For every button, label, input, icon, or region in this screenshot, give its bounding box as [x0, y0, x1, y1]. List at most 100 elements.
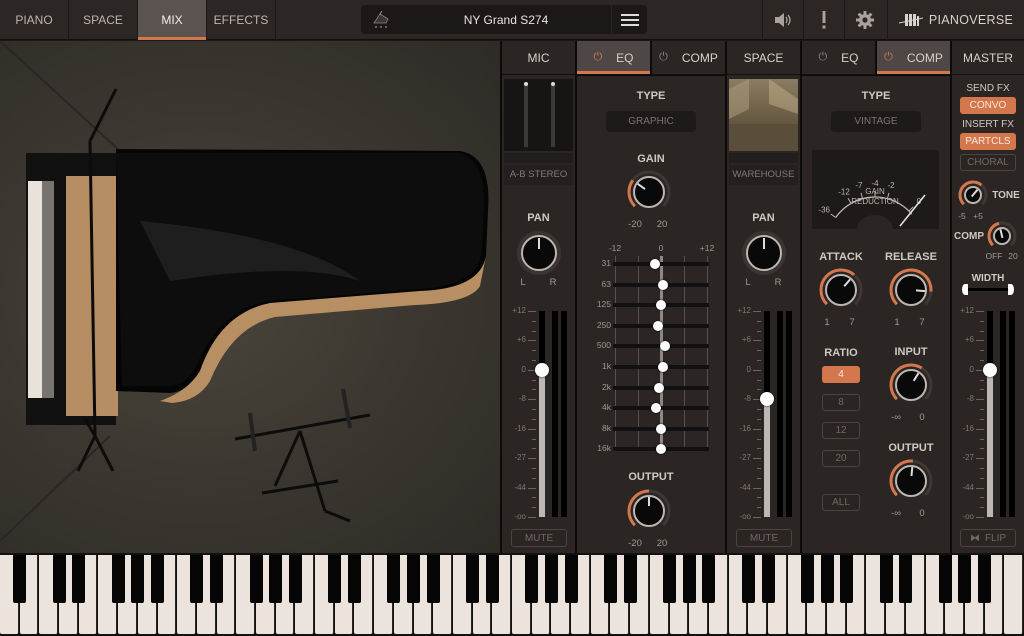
send-fx-convo-button[interactable]: CONVO: [960, 97, 1016, 114]
black-key[interactable]: [899, 555, 913, 603]
ratio-button-8[interactable]: 8: [822, 394, 860, 411]
tab-piano[interactable]: PIANO: [0, 0, 69, 40]
black-key[interactable]: [131, 555, 145, 603]
ratio-button-all[interactable]: ALL: [822, 494, 860, 511]
black-key[interactable]: [426, 555, 440, 603]
black-key[interactable]: [210, 555, 224, 603]
ratio-button-12[interactable]: 12: [822, 422, 860, 439]
black-key[interactable]: [702, 555, 716, 603]
eq-band-handle[interactable]: [656, 423, 666, 434]
tone-knob[interactable]: [958, 180, 988, 215]
space-pan-knob[interactable]: [742, 231, 786, 275]
power-icon[interactable]: ⏻: [593, 51, 602, 64]
space-header[interactable]: SPACE: [727, 41, 800, 75]
eq-band-handle[interactable]: [658, 362, 669, 372]
black-key[interactable]: [879, 555, 893, 603]
mic-position-label[interactable]: A-B STEREO: [504, 165, 573, 185]
black-key[interactable]: [544, 555, 558, 603]
mic-header[interactable]: MIC: [502, 41, 575, 75]
black-key[interactable]: [407, 555, 421, 603]
black-key[interactable]: [13, 555, 27, 603]
comp-output-knob[interactable]: [889, 459, 933, 508]
eq-band-handle[interactable]: [654, 382, 665, 393]
insert-fx-choral-button[interactable]: CHORAL: [960, 154, 1016, 171]
gear-icon[interactable]: [844, 0, 885, 40]
ratio-button-4[interactable]: 4: [822, 366, 860, 383]
eq-band-handle[interactable]: [656, 300, 666, 311]
eq-band-handle[interactable]: [656, 444, 666, 455]
room-image[interactable]: [729, 79, 798, 151]
eq-gain-knob[interactable]: [627, 170, 671, 219]
space-eq-tab[interactable]: ⏻ EQ: [802, 41, 875, 75]
piano-keyboard[interactable]: [0, 553, 1024, 636]
mic-image[interactable]: [504, 79, 573, 151]
width-left-handle[interactable]: [962, 284, 968, 295]
input-knob[interactable]: [889, 363, 933, 412]
piano-stage-view[interactable]: [0, 41, 500, 553]
black-key[interactable]: [328, 555, 342, 603]
black-key[interactable]: [111, 555, 125, 603]
power-icon[interactable]: ⏻: [659, 51, 668, 64]
black-key[interactable]: [761, 555, 775, 603]
black-key[interactable]: [663, 555, 677, 603]
power-icon[interactable]: ⏻: [884, 51, 893, 64]
power-icon[interactable]: ⏻: [818, 51, 827, 64]
eq-band-handle[interactable]: [659, 341, 670, 352]
black-key[interactable]: [190, 555, 204, 603]
eq-band-track[interactable]: [613, 262, 709, 266]
black-key[interactable]: [347, 555, 361, 603]
black-key[interactable]: [249, 555, 263, 603]
black-key[interactable]: [682, 555, 696, 603]
width-right-handle[interactable]: [1008, 284, 1014, 295]
attack-knob[interactable]: [819, 268, 863, 317]
room-name-label[interactable]: WAREHOUSE: [729, 165, 798, 185]
eq-band-track[interactable]: [613, 406, 709, 411]
black-key[interactable]: [938, 555, 952, 603]
preset-selector[interactable]: NY Grand S274: [361, 5, 647, 34]
black-key[interactable]: [978, 555, 992, 603]
black-key[interactable]: [72, 555, 86, 603]
release-knob[interactable]: [889, 268, 933, 317]
mic-comp-tab[interactable]: ⏻ COMP: [652, 41, 725, 75]
black-key[interactable]: [52, 555, 66, 603]
alert-icon[interactable]: [803, 0, 844, 40]
eq-band-handle[interactable]: [657, 279, 668, 290]
flip-button[interactable]: ⧓ FLIP: [960, 529, 1016, 547]
black-key[interactable]: [800, 555, 814, 603]
mic-mute-button[interactable]: MUTE: [511, 529, 567, 547]
black-key[interactable]: [820, 555, 834, 603]
black-key[interactable]: [288, 555, 302, 603]
eq-band-handle[interactable]: [650, 259, 661, 269]
black-key[interactable]: [564, 555, 578, 603]
mic-eq-tab[interactable]: ⏻ EQ: [577, 41, 650, 75]
black-key[interactable]: [387, 555, 401, 603]
fader-handle[interactable]: [983, 362, 997, 377]
comp-type-select[interactable]: VINTAGE: [831, 111, 921, 132]
black-key[interactable]: [840, 555, 854, 603]
white-key[interactable]: [1004, 555, 1023, 634]
hamburger-menu-icon[interactable]: [611, 5, 647, 34]
black-key[interactable]: [269, 555, 283, 603]
width-slider[interactable]: [962, 284, 1014, 295]
black-key[interactable]: [623, 555, 637, 603]
black-key[interactable]: [485, 555, 499, 603]
insert-fx-partcls-button[interactable]: PARTCLS: [960, 133, 1016, 150]
mic-pan-knob[interactable]: [517, 231, 561, 275]
eq-type-select[interactable]: GRAPHIC: [606, 111, 696, 132]
tab-space[interactable]: SPACE: [69, 0, 138, 40]
space-mute-button[interactable]: MUTE: [736, 529, 792, 547]
speaker-icon[interactable]: [762, 0, 803, 40]
black-key[interactable]: [741, 555, 755, 603]
space-comp-tab[interactable]: ⏻ COMP: [877, 41, 950, 75]
ratio-button-20[interactable]: 20: [822, 450, 860, 467]
black-key[interactable]: [525, 555, 539, 603]
eq-output-knob[interactable]: [627, 489, 671, 538]
tab-mix[interactable]: MIX: [138, 0, 207, 40]
black-key[interactable]: [151, 555, 165, 603]
eq-band-handle[interactable]: [652, 320, 663, 331]
black-key[interactable]: [466, 555, 480, 603]
tab-effects[interactable]: EFFECTS: [207, 0, 276, 40]
fader-handle[interactable]: [535, 362, 549, 377]
black-key[interactable]: [603, 555, 617, 603]
fader-handle[interactable]: [760, 392, 774, 407]
